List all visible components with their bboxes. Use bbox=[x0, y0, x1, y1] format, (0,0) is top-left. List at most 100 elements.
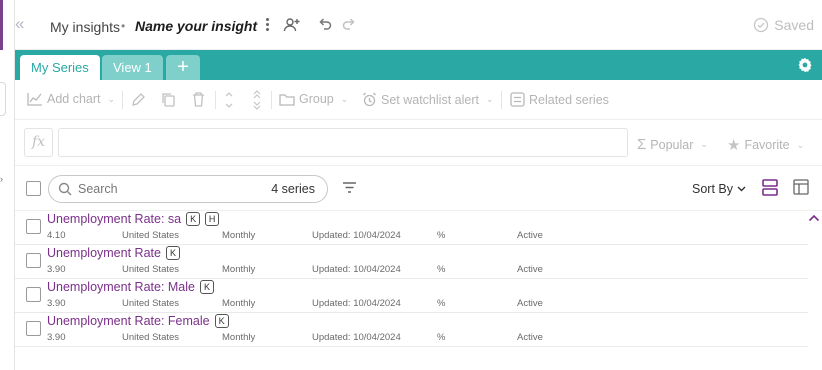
series-name[interactable]: Unemployment Rate: Male bbox=[47, 280, 195, 294]
toolbar-divider bbox=[122, 91, 123, 109]
watchlist-alert-button[interactable]: Set watchlist alert ⌄ bbox=[362, 92, 494, 107]
series-region: United States bbox=[122, 298, 180, 309]
series-tag: K bbox=[186, 212, 201, 226]
edit-pencil-icon[interactable] bbox=[131, 92, 146, 107]
series-status: Active bbox=[517, 332, 543, 343]
add-chart-button[interactable]: Add chart ⌄ bbox=[27, 92, 115, 106]
tab-my-series[interactable]: My Series bbox=[20, 55, 100, 80]
series-frequency: Monthly bbox=[222, 264, 256, 275]
list-item[interactable]: Unemployment Rate: Female K 3.90 United … bbox=[15, 313, 808, 347]
tab-view-1[interactable]: View 1 bbox=[102, 55, 163, 80]
row-checkbox[interactable] bbox=[26, 219, 41, 234]
list-view-icon[interactable] bbox=[762, 179, 778, 196]
series-tag: K bbox=[199, 280, 214, 294]
add-tab-button[interactable]: + bbox=[166, 55, 200, 80]
add-chart-label: Add chart bbox=[47, 92, 101, 106]
series-value: 3.90 bbox=[47, 332, 66, 343]
sort-by-dropdown[interactable]: Sort By bbox=[692, 182, 746, 196]
favorite-label: Favorite bbox=[744, 138, 790, 152]
sigma-icon: Σ bbox=[637, 136, 647, 153]
saved-label: Saved bbox=[774, 17, 814, 33]
chevron-down-icon bbox=[737, 186, 746, 192]
formula-input[interactable] bbox=[58, 128, 628, 157]
popular-functions-dropdown[interactable]: Σ Popular ⌄ bbox=[637, 136, 708, 153]
sort-by-label: Sort By bbox=[692, 182, 733, 196]
series-value: 3.90 bbox=[47, 298, 66, 309]
row-checkbox[interactable] bbox=[26, 253, 41, 268]
function-fx-button[interactable]: fx bbox=[24, 128, 53, 157]
series-list: Unemployment Rate: sa K H 4.10 United St… bbox=[15, 211, 808, 347]
series-unit: % bbox=[437, 230, 446, 241]
series-title[interactable]: Unemployment Rate: Male K bbox=[47, 280, 214, 294]
series-tag: H bbox=[205, 212, 220, 226]
popular-label: Popular bbox=[650, 137, 694, 152]
share-user-icon[interactable] bbox=[283, 16, 301, 34]
move-top-bottom-icon[interactable] bbox=[252, 90, 262, 110]
saved-status: Saved bbox=[753, 17, 814, 33]
trash-icon[interactable] bbox=[191, 91, 206, 107]
divider bbox=[15, 165, 822, 166]
series-updated: Updated: 10/04/2024 bbox=[312, 230, 401, 241]
series-updated: Updated: 10/04/2024 bbox=[312, 332, 401, 343]
series-region: United States bbox=[122, 230, 180, 241]
chevron-down-icon: ⌄ bbox=[700, 139, 708, 149]
series-unit: % bbox=[437, 298, 446, 309]
breadcrumb-my-insights[interactable]: My insights bbox=[50, 19, 120, 35]
series-status: Active bbox=[517, 264, 543, 275]
series-count: 4 series bbox=[271, 182, 315, 196]
series-region: United States bbox=[122, 332, 180, 343]
filter-icon[interactable] bbox=[342, 181, 357, 194]
group-label: Group bbox=[299, 92, 334, 106]
select-all-checkbox[interactable] bbox=[26, 181, 41, 196]
series-unit: % bbox=[437, 264, 446, 275]
series-frequency: Monthly bbox=[222, 298, 256, 309]
series-title[interactable]: Unemployment Rate K bbox=[47, 246, 180, 260]
list-item[interactable]: Unemployment Rate: sa K H 4.10 United St… bbox=[15, 211, 808, 245]
insight-header: « My insights • Name your insight Saved bbox=[15, 0, 822, 50]
series-name[interactable]: Unemployment Rate bbox=[47, 246, 161, 260]
series-name[interactable]: Unemployment Rate: sa bbox=[47, 212, 181, 226]
copy-icon[interactable] bbox=[161, 92, 176, 107]
chevron-down-icon: ⌄ bbox=[107, 93, 116, 104]
related-series-button[interactable]: Related series bbox=[510, 92, 609, 107]
collapse-sidebar-icon[interactable]: « bbox=[15, 15, 29, 32]
series-status: Active bbox=[517, 230, 543, 241]
series-region: United States bbox=[122, 264, 180, 275]
series-value: 4.10 bbox=[47, 230, 66, 241]
left-panel-edge bbox=[0, 82, 6, 116]
row-checkbox[interactable] bbox=[26, 287, 41, 302]
search-field[interactable]: 4 series bbox=[48, 175, 328, 203]
list-item[interactable]: Unemployment Rate K 3.90 United States M… bbox=[15, 245, 808, 279]
gear-icon[interactable] bbox=[797, 57, 813, 73]
series-toolbar: Add chart ⌄ Group ⌄ Set watchlist alert … bbox=[15, 80, 822, 120]
series-name[interactable]: Unemployment Rate: Female bbox=[47, 314, 210, 328]
undo-icon[interactable] bbox=[317, 16, 333, 32]
insight-name[interactable]: Name your insight bbox=[135, 18, 257, 34]
folder-icon bbox=[279, 93, 295, 106]
series-frequency: Monthly bbox=[222, 230, 256, 241]
tab-bar: My Series View 1 + bbox=[15, 50, 822, 80]
series-title[interactable]: Unemployment Rate: Female K bbox=[47, 314, 229, 328]
chevron-down-icon: ⌄ bbox=[340, 93, 349, 104]
group-button[interactable]: Group ⌄ bbox=[279, 92, 348, 106]
table-view-icon[interactable] bbox=[793, 179, 809, 195]
alarm-clock-icon bbox=[363, 92, 376, 107]
list-item[interactable]: Unemployment Rate: Male K 3.90 United St… bbox=[15, 279, 808, 313]
series-frequency: Monthly bbox=[222, 332, 256, 343]
series-title[interactable]: Unemployment Rate: sa K H bbox=[47, 212, 220, 226]
series-value: 3.90 bbox=[47, 264, 66, 275]
series-tag: K bbox=[165, 246, 180, 260]
favorite-functions-dropdown[interactable]: ★ Favorite ⌄ bbox=[727, 136, 804, 154]
chevron-down-icon: ⌄ bbox=[485, 94, 494, 104]
chevron-down-icon: ⌄ bbox=[796, 139, 805, 150]
chevron-up-icon[interactable] bbox=[808, 214, 820, 222]
move-up-down-icon[interactable] bbox=[224, 90, 234, 110]
star-icon: ★ bbox=[727, 137, 741, 154]
series-updated: Updated: 10/04/2024 bbox=[312, 298, 401, 309]
row-checkbox[interactable] bbox=[26, 321, 41, 336]
redo-icon[interactable] bbox=[341, 16, 357, 32]
breadcrumb-separator: • bbox=[121, 19, 126, 33]
more-options-icon[interactable] bbox=[259, 16, 275, 34]
search-input[interactable] bbox=[78, 181, 248, 197]
series-status: Active bbox=[517, 298, 543, 309]
